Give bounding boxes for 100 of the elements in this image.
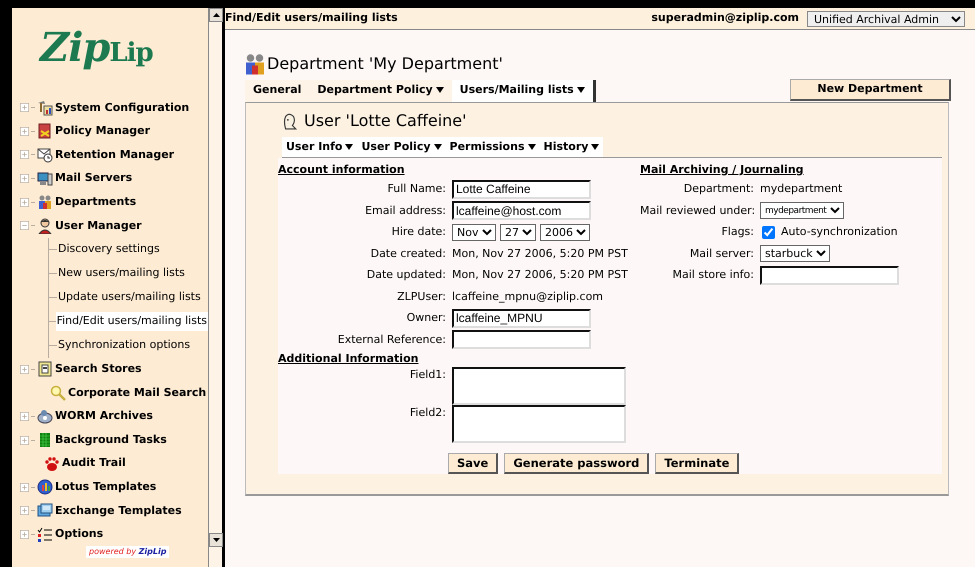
- logo: ZipLip: [40, 28, 154, 68]
- tree-child-item[interactable]: Update users/mailing lists: [57, 288, 202, 307]
- cabinet-icon: [37, 361, 53, 378]
- field-value: mydepartment: [760, 181, 842, 197]
- save-button[interactable]: Save: [448, 453, 498, 474]
- field-label: Mail store info:: [672, 267, 755, 283]
- field-label: Flags:: [720, 224, 755, 240]
- tab[interactable]: General: [245, 80, 310, 102]
- computer-icon: [37, 170, 53, 187]
- expand-icon[interactable]: [20, 530, 29, 540]
- text-field[interactable]: [760, 266, 899, 285]
- expand-icon[interactable]: [20, 482, 29, 492]
- department-title: Department 'My Department': [267, 53, 503, 75]
- disc-icon: [37, 408, 53, 425]
- nav-link-item[interactable]: Audit Trail: [62, 455, 126, 472]
- tree-node-label[interactable]: Search Stores: [55, 361, 142, 378]
- tab[interactable]: Users/Mailing lists: [452, 80, 596, 102]
- page-title: Find/Edit users/mailing lists: [225, 10, 398, 26]
- document-icon: [37, 123, 53, 140]
- expand-icon[interactable]: [20, 126, 29, 136]
- user-title: User 'Lotte Caffeine': [304, 110, 467, 132]
- expand-icon[interactable]: [20, 103, 29, 112]
- tree-child-item[interactable]: New users/mailing lists: [57, 264, 186, 283]
- tree-child-item[interactable]: Discovery settings: [57, 240, 161, 259]
- text-area[interactable]: [452, 405, 626, 443]
- section-heading: Mail Archiving / Journaling: [640, 162, 805, 178]
- field-label: ZLPUser:: [396, 288, 447, 304]
- menu-tab[interactable]: Permissions: [446, 136, 540, 157]
- text-field[interactable]: lcaffeine_MPNU: [452, 308, 591, 328]
- checklist-icon: [37, 526, 53, 543]
- collapse-icon[interactable]: [20, 221, 29, 230]
- tree-child-item[interactable]: Find/Edit users/mailing lists: [56, 312, 208, 331]
- field-label: Date updated:: [366, 267, 447, 283]
- select-field[interactable]: mydepartment: [760, 202, 844, 220]
- people-icon: [243, 52, 267, 76]
- envelope-icon: [37, 146, 53, 163]
- date-select[interactable]: 27: [500, 224, 536, 241]
- field-label: Email address:: [364, 202, 447, 218]
- field-label: Field2:: [408, 405, 447, 421]
- new-department-button[interactable]: New Department: [790, 79, 951, 100]
- tree-node-label[interactable]: Lotus Templates: [55, 479, 156, 496]
- section-heading: Additional Information: [278, 350, 420, 366]
- text-area[interactable]: [452, 367, 626, 405]
- menu-tab[interactable]: User Policy: [357, 136, 446, 157]
- tab[interactable]: Department Policy: [309, 80, 452, 102]
- powered-by-logo: powered by ZipLip: [86, 546, 170, 558]
- tree-child-item[interactable]: Synchronization options: [57, 336, 192, 355]
- down-arrow-icon: [212, 538, 220, 542]
- tree-node-label[interactable]: Options: [55, 526, 104, 543]
- field-label: Mail reviewed under:: [640, 202, 756, 218]
- expand-icon[interactable]: [20, 506, 29, 516]
- scroll-down-button[interactable]: [209, 533, 223, 547]
- expand-icon[interactable]: [20, 174, 29, 184]
- date-select[interactable]: Nov: [452, 224, 496, 241]
- checkbox-label: Auto-synchronization: [781, 224, 898, 240]
- menu-tab[interactable]: History: [540, 136, 604, 157]
- expand-icon[interactable]: [20, 198, 29, 207]
- up-arrow-icon: [212, 13, 220, 17]
- person-icon: [37, 218, 53, 234]
- expand-icon[interactable]: [20, 436, 29, 445]
- checkbox[interactable]: [762, 226, 775, 239]
- field-label: Department:: [682, 181, 755, 197]
- tree-node-label[interactable]: Retention Manager: [55, 146, 174, 164]
- tree-node-label[interactable]: Background Tasks: [55, 432, 167, 448]
- tree-node-label[interactable]: Mail Servers: [55, 170, 132, 187]
- people-icon: [37, 194, 53, 210]
- field-label: Full Name:: [386, 181, 447, 197]
- generate-password-button[interactable]: Generate password: [504, 453, 650, 474]
- expand-icon[interactable]: [20, 150, 29, 160]
- text-field[interactable]: [452, 330, 591, 350]
- nav-link-item[interactable]: Corporate Mail Search: [68, 384, 206, 402]
- scroll-up-button[interactable]: [209, 8, 223, 22]
- tree-node-label[interactable]: User Manager: [55, 218, 142, 234]
- paw-icon: [44, 456, 60, 472]
- tree-node-label[interactable]: Exchange Templates: [55, 502, 182, 520]
- select-field[interactable]: starbuck: [760, 245, 830, 262]
- field-label: Field1:: [408, 367, 447, 383]
- grid-icon: [37, 432, 53, 448]
- date-select[interactable]: 2006: [540, 224, 590, 241]
- text-field[interactable]: lcaffeine@host.com: [452, 201, 591, 220]
- expand-icon[interactable]: [20, 364, 29, 374]
- window-icon: [37, 502, 53, 519]
- field-value: Mon, Nov 27 2006, 5:20 PM PST: [452, 267, 628, 283]
- tree-node-label[interactable]: Policy Manager: [55, 123, 150, 140]
- tree-node-label[interactable]: Departments: [55, 194, 136, 210]
- field-value: Mon, Nov 27 2006, 5:20 PM PST: [452, 246, 628, 262]
- field-label: External Reference:: [336, 332, 447, 348]
- menu-tab[interactable]: User Info: [282, 136, 358, 157]
- role-select[interactable]: Unified Archival Admin: [807, 10, 965, 26]
- terminate-button[interactable]: Terminate: [655, 453, 740, 474]
- expand-icon[interactable]: [20, 412, 29, 422]
- text-field[interactable]: Lotte Caffeine: [452, 180, 591, 199]
- tree-node-label[interactable]: WORM Archives: [55, 408, 153, 425]
- user-email: superadmin@ziplip.com: [651, 10, 799, 26]
- magnifier-icon: [50, 384, 66, 401]
- field-label: Date created:: [370, 246, 447, 262]
- tree-node-label[interactable]: System Configuration: [55, 100, 190, 116]
- tools-icon: [37, 100, 53, 116]
- field-label: Owner:: [406, 310, 447, 326]
- field-label: Hire date:: [390, 224, 447, 240]
